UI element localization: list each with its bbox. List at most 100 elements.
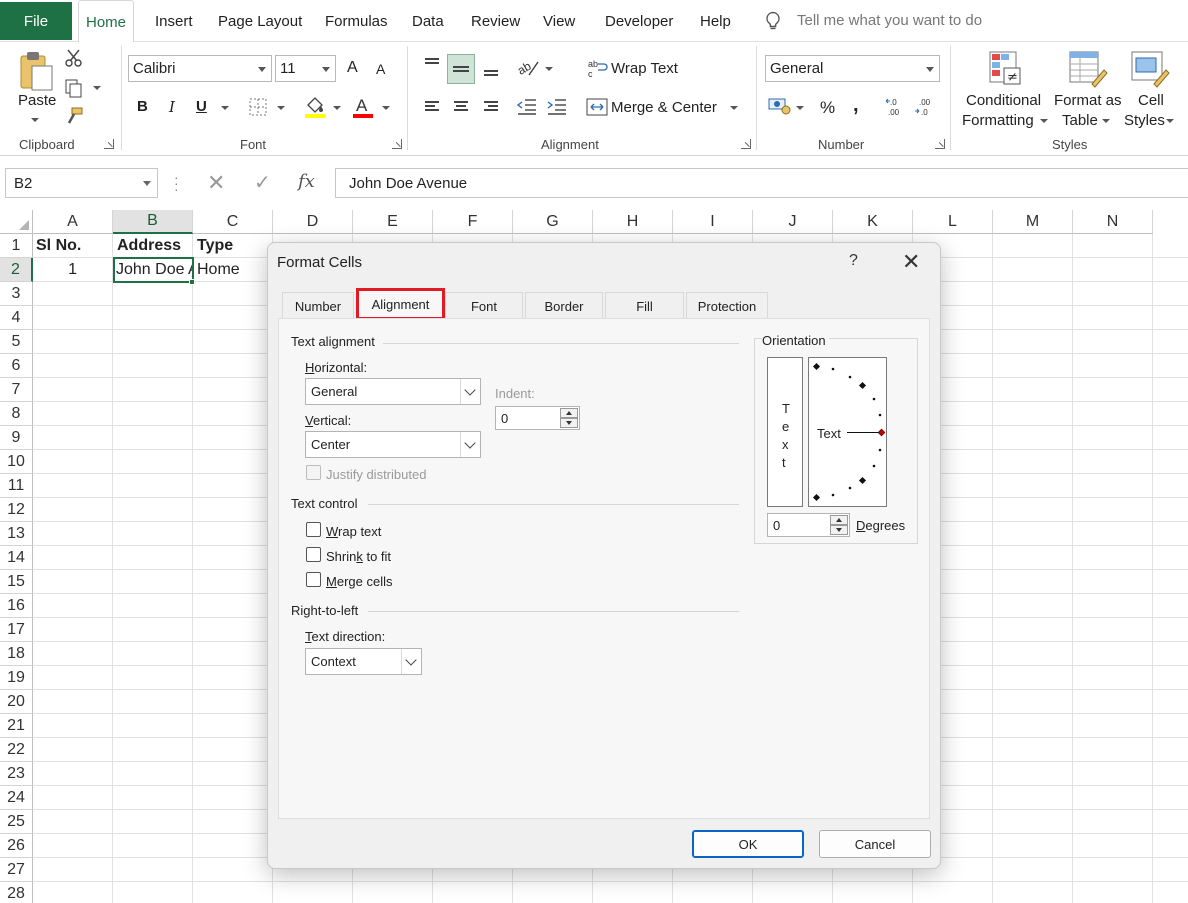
justify-distributed-checkbox[interactable]: [306, 465, 321, 480]
column-header-j[interactable]: J: [753, 210, 833, 234]
tab-help[interactable]: Help: [700, 0, 731, 42]
row-header-11[interactable]: 11: [0, 474, 33, 498]
copy-icon[interactable]: [64, 78, 84, 98]
cell-styles-icon[interactable]: [1130, 50, 1170, 88]
row-header-1[interactable]: 1: [0, 234, 33, 258]
column-header-l[interactable]: L: [913, 210, 993, 234]
column-header-a[interactable]: A: [33, 210, 113, 234]
row-header-8[interactable]: 8: [0, 402, 33, 426]
comma-style-button[interactable]: ,: [853, 94, 859, 117]
align-right-button[interactable]: [479, 95, 503, 119]
underline-button[interactable]: U: [196, 98, 207, 115]
fill-color-dropdown-icon[interactable]: [333, 106, 341, 110]
increase-indent-icon[interactable]: [546, 97, 568, 117]
cell-styles-button-line2[interactable]: Styles: [1124, 112, 1165, 129]
paste-button[interactable]: Paste: [18, 92, 56, 109]
spin-down-icon[interactable]: [830, 525, 848, 535]
row-header-9[interactable]: 9: [0, 426, 33, 450]
row-header-7[interactable]: 7: [0, 378, 33, 402]
row-header-28[interactable]: 28: [0, 882, 33, 903]
tab-font[interactable]: Font: [445, 292, 523, 319]
column-header-e[interactable]: E: [353, 210, 433, 234]
cell-a2[interactable]: 1: [36, 258, 113, 282]
column-header-g[interactable]: G: [513, 210, 593, 234]
italic-button[interactable]: I: [169, 98, 175, 116]
row-header-17[interactable]: 17: [0, 618, 33, 642]
underline-dropdown-icon[interactable]: [221, 106, 229, 110]
cell-a1[interactable]: Sl No.: [36, 234, 81, 258]
column-header-h[interactable]: H: [593, 210, 673, 234]
tab-protection[interactable]: Protection: [686, 292, 768, 319]
format-as-table-icon[interactable]: [1068, 50, 1108, 88]
spin-down-icon[interactable]: [560, 418, 578, 428]
row-header-19[interactable]: 19: [0, 666, 33, 690]
tab-view[interactable]: View: [543, 0, 575, 42]
decrease-decimal-icon[interactable]: .00.0: [914, 96, 936, 118]
column-header-c[interactable]: C: [193, 210, 273, 234]
column-header-f[interactable]: F: [433, 210, 513, 234]
insert-function-icon[interactable]: fx: [298, 171, 315, 192]
row-header-23[interactable]: 23: [0, 762, 33, 786]
conditional-formatting-icon[interactable]: ≠: [988, 50, 1024, 88]
ok-button[interactable]: OK: [692, 830, 804, 858]
tab-formulas[interactable]: Formulas: [325, 0, 388, 42]
copy-dropdown-icon[interactable]: [93, 86, 101, 90]
fill-color-icon[interactable]: [304, 95, 326, 119]
paste-dropdown-icon[interactable]: [31, 118, 39, 122]
row-header-13[interactable]: 13: [0, 522, 33, 546]
column-header-m[interactable]: M: [993, 210, 1073, 234]
tab-data[interactable]: Data: [412, 0, 444, 42]
alignment-launcher-icon[interactable]: [741, 139, 751, 149]
tell-me-search[interactable]: Tell me what you want to do: [797, 12, 982, 29]
tab-home[interactable]: Home: [78, 0, 135, 43]
spin-up-icon[interactable]: [830, 515, 848, 525]
cell-c2[interactable]: Home: [197, 258, 240, 282]
conditional-formatting-button-line2[interactable]: Formatting: [962, 112, 1034, 129]
font-launcher-icon[interactable]: [392, 139, 402, 149]
cell-styles-dropdown-icon[interactable]: [1166, 119, 1174, 123]
indent-spinner[interactable]: 0: [495, 406, 580, 430]
row-header-5[interactable]: 5: [0, 330, 33, 354]
tab-number[interactable]: Number: [282, 292, 354, 319]
confirm-edit-icon[interactable]: ✓: [254, 170, 271, 195]
tab-fill[interactable]: Fill: [605, 292, 684, 319]
row-header-24[interactable]: 24: [0, 786, 33, 810]
decrease-font-size-button[interactable]: A: [376, 61, 385, 77]
row-header-10[interactable]: 10: [0, 450, 33, 474]
shrink-to-fit-checkbox[interactable]: [306, 547, 321, 562]
increase-decimal-icon[interactable]: .0.00: [885, 96, 907, 118]
bottom-align-button[interactable]: [479, 56, 503, 80]
row-header-20[interactable]: 20: [0, 690, 33, 714]
font-color-dropdown-icon[interactable]: [382, 106, 390, 110]
wrap-text-button[interactable]: Wrap Text: [611, 60, 678, 77]
wrap-text-checkbox[interactable]: [306, 522, 321, 537]
middle-align-button[interactable]: [447, 54, 475, 84]
tab-insert[interactable]: Insert: [155, 0, 193, 42]
merge-center-icon[interactable]: [586, 98, 608, 116]
row-header-22[interactable]: 22: [0, 738, 33, 762]
row-header-12[interactable]: 12: [0, 498, 33, 522]
select-all-corner[interactable]: [0, 210, 33, 234]
spin-up-icon[interactable]: [560, 408, 578, 418]
row-header-27[interactable]: 27: [0, 858, 33, 882]
borders-icon[interactable]: [248, 97, 268, 117]
font-name-combo[interactable]: Calibri: [128, 55, 272, 82]
horizontal-select[interactable]: General: [305, 378, 481, 405]
text-direction-select[interactable]: Context: [305, 648, 422, 675]
font-size-combo[interactable]: 11: [275, 55, 336, 82]
vertical-text-button[interactable]: T e x t: [767, 357, 803, 507]
align-left-button[interactable]: [420, 95, 444, 119]
row-header-6[interactable]: 6: [0, 354, 33, 378]
column-header-k[interactable]: K: [833, 210, 913, 234]
row-header-25[interactable]: 25: [0, 810, 33, 834]
font-color-icon[interactable]: A: [352, 95, 374, 119]
cut-icon[interactable]: [64, 48, 84, 68]
column-header-n[interactable]: N: [1073, 210, 1153, 234]
tab-page-layout[interactable]: Page Layout: [218, 0, 302, 42]
merge-center-button[interactable]: Merge & Center: [611, 99, 717, 116]
column-header-d[interactable]: D: [273, 210, 353, 234]
clipboard-launcher-icon[interactable]: [104, 139, 114, 149]
column-header-b[interactable]: B: [113, 210, 193, 234]
cell-b1[interactable]: Address: [117, 234, 181, 258]
wrap-text-icon[interactable]: abc: [588, 58, 608, 78]
